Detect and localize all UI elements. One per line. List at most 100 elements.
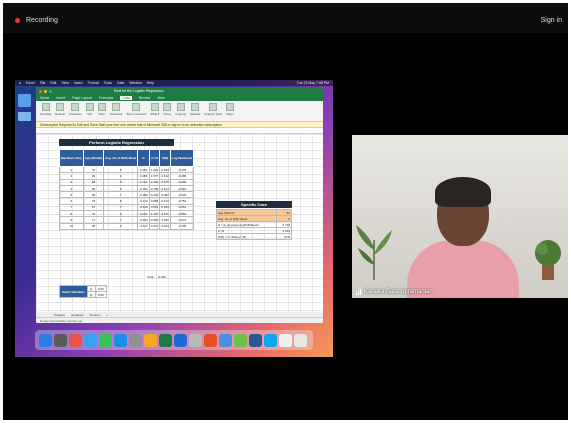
dock-app-icon[interactable] xyxy=(279,333,292,347)
close-window-icon[interactable] xyxy=(39,89,42,93)
properties-button[interactable]: Properties xyxy=(69,103,82,119)
column-header[interactable]: Age (Month) xyxy=(82,149,105,167)
sign-in-link[interactable]: Sign in xyxy=(541,17,562,24)
specific-case-title: Specific Case xyxy=(216,201,292,208)
menu-view[interactable]: View xyxy=(61,81,69,85)
column-header[interactable]: R xyxy=(137,149,150,167)
refresh-button[interactable]: Refresh xyxy=(55,103,65,119)
sheet-tab-problem[interactable]: Problem xyxy=(54,313,65,317)
desktop-file-icon[interactable] xyxy=(18,94,31,107)
regression-table: Machine's Key Age (Month) Avg. No of Drill… xyxy=(59,149,195,230)
ribbon-label: Ungroup xyxy=(175,112,187,116)
table-cell[interactable]: 9 xyxy=(103,222,139,230)
total-label: Total xyxy=(147,275,154,279)
dock-app-icon[interactable] xyxy=(249,333,262,347)
subtotal-icon xyxy=(191,103,200,111)
table-cell[interactable]: -0.117 xyxy=(137,222,150,230)
dock-app-icon[interactable] xyxy=(54,333,67,347)
table-row: 10 38 9 -0.117 0.672 0.464 -0.739 xyxy=(59,222,195,230)
column-header[interactable]: Avg. No of Drill/ Week xyxy=(103,149,139,167)
menu-format[interactable]: Format xyxy=(88,81,99,85)
advanced-button[interactable]: Advanced xyxy=(110,103,122,119)
recording-indicator[interactable]: Recording xyxy=(15,17,58,24)
dock-app-icon[interactable] xyxy=(114,333,127,347)
tab-review[interactable]: Review xyxy=(139,96,150,100)
tab-insert[interactable]: Insert xyxy=(56,96,65,100)
dock-app-icon[interactable] xyxy=(159,333,172,347)
sheet-tab-analysis[interactable]: Analysis xyxy=(71,313,83,317)
select-variables-label: Select Variables xyxy=(59,285,88,298)
filter-button[interactable]: Filter xyxy=(97,103,106,119)
column-header[interactable]: e^-R xyxy=(148,149,161,167)
menu-edit[interactable]: Edit xyxy=(50,81,56,85)
minimize-window-icon[interactable] xyxy=(44,89,47,93)
desktop-folder-icon[interactable] xyxy=(18,112,31,121)
specific-case-table: Age (Month) 65 Avg. No of Drill/ Week 6 R = … xyxy=(215,209,292,240)
dock-app-icon[interactable] xyxy=(144,333,157,347)
tab-view[interactable]: View xyxy=(157,96,165,100)
add-sheet-button[interactable]: + xyxy=(106,313,108,317)
specific-case-row: P(R) = e^-R/(1+e^-R) 37% xyxy=(215,233,292,240)
text-to-columns-button[interactable]: Text to Columns xyxy=(126,103,146,119)
tab-home[interactable]: Home xyxy=(40,96,49,100)
menu-insert[interactable]: Insert xyxy=(74,81,83,85)
solver-table: Select Variables β₀ 0.00 β₁ 0.00 xyxy=(59,285,107,298)
dock-app-icon[interactable] xyxy=(129,333,142,347)
menu-data[interactable]: Data xyxy=(117,81,124,85)
mac-menu-bar: ● Excel File Edit View Insert Format Too… xyxy=(15,80,333,86)
what-if-button[interactable]: What-If xyxy=(150,103,159,119)
dock-app-icon[interactable] xyxy=(99,333,112,347)
apple-icon[interactable]: ● xyxy=(19,81,21,85)
table-cell[interactable]: 0.464 xyxy=(159,222,171,230)
maximize-window-icon[interactable] xyxy=(49,89,52,93)
analysis-tools-button[interactable]: Analysis Tools xyxy=(204,103,222,119)
table-cell[interactable]: 10 xyxy=(59,222,84,230)
specific-case-value[interactable]: 37% xyxy=(276,233,292,240)
table-cell[interactable]: -0.739 xyxy=(169,222,195,230)
sheet-tab-solution[interactable]: Solution xyxy=(90,313,101,317)
dock-app-icon[interactable] xyxy=(204,333,217,347)
dock-app-icon[interactable] xyxy=(39,333,52,347)
shared-screen: ● Excel File Edit View Insert Format Too… xyxy=(15,80,333,357)
menu-tools[interactable]: Tools xyxy=(104,81,112,85)
dock-app-icon[interactable] xyxy=(219,333,232,347)
dock-app-icon[interactable] xyxy=(294,333,307,347)
dock-app-icon[interactable] xyxy=(84,333,97,347)
menu-file[interactable]: File xyxy=(40,81,46,85)
group-button[interactable]: Group xyxy=(163,103,172,119)
menu-excel[interactable]: Excel xyxy=(26,81,35,85)
solver-button[interactable]: Solver xyxy=(225,103,234,119)
tab-data[interactable]: Data xyxy=(120,96,132,100)
filter-icon xyxy=(97,103,106,111)
table-cell[interactable]: 38 xyxy=(82,222,105,230)
dock-app-icon[interactable] xyxy=(234,333,247,347)
beta1-value[interactable]: 0.00 xyxy=(94,291,107,298)
menu-window[interactable]: Window xyxy=(129,81,141,85)
plant-left-icon xyxy=(356,225,392,280)
dock-app-icon[interactable] xyxy=(174,333,187,347)
tab-page-layout[interactable]: Page Layout xyxy=(72,96,92,100)
column-header[interactable]: Log likelihood xyxy=(169,149,195,167)
participant-name: Kanaka Balasubramanian xyxy=(364,289,433,295)
sort-button[interactable]: Sort xyxy=(85,103,94,119)
tab-formulas[interactable]: Formulas xyxy=(99,96,114,100)
ribbon-label: Subtotal xyxy=(190,112,201,116)
dock-app-icon[interactable] xyxy=(69,333,82,347)
excel-window-title: Real for the Logistic Regression xyxy=(114,89,164,93)
table-cell[interactable]: 0.672 xyxy=(148,222,161,230)
dock-app-icon[interactable] xyxy=(189,333,202,347)
dock-app-icon[interactable] xyxy=(264,333,277,347)
subtotal-button[interactable]: Subtotal xyxy=(190,103,200,119)
get-data-button[interactable]: Get Data xyxy=(40,103,51,119)
column-header[interactable]: Machine's Key xyxy=(59,149,84,167)
column-header[interactable]: P(R) xyxy=(159,149,171,167)
menu-help[interactable]: Help xyxy=(147,81,154,85)
properties-icon xyxy=(71,103,80,111)
text-to-columns-icon xyxy=(132,103,141,111)
group-icon xyxy=(163,103,172,111)
total-value[interactable]: -6.023 xyxy=(157,275,166,279)
person-hair xyxy=(435,177,491,207)
ungroup-button[interactable]: Ungroup xyxy=(175,103,186,119)
ribbon-label: What-If xyxy=(150,112,160,116)
ribbon-label: Advanced xyxy=(109,112,123,116)
